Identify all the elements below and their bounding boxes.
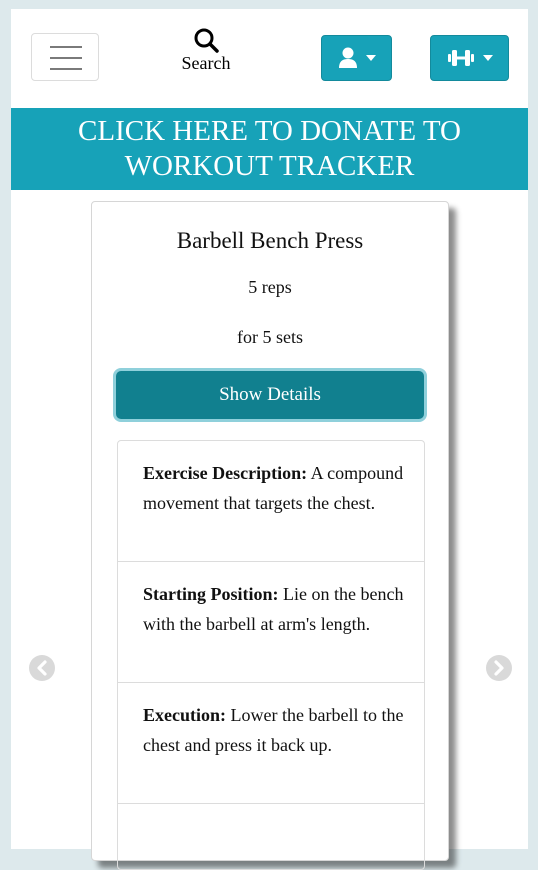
dumbbell-icon [447, 50, 474, 66]
detail-label: Exercise Description: [143, 463, 308, 483]
exercise-reps: 5 reps [248, 277, 292, 297]
carousel-next-button[interactable] [486, 655, 512, 681]
search-label: Search [181, 53, 231, 73]
exercise-card: Barbell Bench Press 5 reps for 5 sets Sh… [91, 201, 449, 870]
chevron-right-icon [494, 660, 504, 676]
exercise-name: Barbell Bench Press [176, 228, 364, 253]
hamburger-bar [50, 68, 82, 70]
search-link[interactable]: Search [161, 27, 251, 73]
show-details-button[interactable]: Show Details [116, 371, 424, 419]
user-dropdown-button[interactable] [321, 35, 392, 81]
workout-dropdown-button[interactable] [430, 35, 509, 81]
app-frame: Search CLICK HERE TO DONATE TO WORKOUT T… [11, 9, 528, 870]
user-icon [338, 47, 357, 68]
donate-banner-link[interactable]: CLICK HERE TO DONATE TO WORKOUT TRACKER [11, 108, 528, 190]
chevron-down-icon [365, 55, 376, 61]
menu-toggle-button[interactable] [31, 33, 99, 81]
search-icon [194, 28, 219, 53]
top-navbar: Search [11, 9, 528, 108]
chevron-down-icon [482, 55, 493, 61]
donate-text-line2: WORKOUT TRACKER [124, 150, 415, 182]
donate-text-line1: CLICK HERE TO DONATE TO [78, 115, 461, 147]
exercise-details-list: Exercise Description: A compound movemen… [117, 440, 425, 870]
chevron-left-icon [37, 660, 47, 676]
hamburger-menu-icon [50, 46, 82, 48]
detail-label: Starting Position: [143, 584, 279, 604]
hamburger-bar [50, 57, 82, 59]
list-item: Starting Position: Lie on the bench with… [118, 562, 424, 683]
carousel-prev-button[interactable] [29, 655, 55, 681]
exercise-sets: for 5 sets [237, 327, 303, 347]
list-item: Exercise Description: A compound movemen… [118, 441, 424, 562]
list-item: Execution: Lower the barbell to the ches… [118, 683, 424, 804]
detail-label: Execution: [143, 705, 226, 725]
